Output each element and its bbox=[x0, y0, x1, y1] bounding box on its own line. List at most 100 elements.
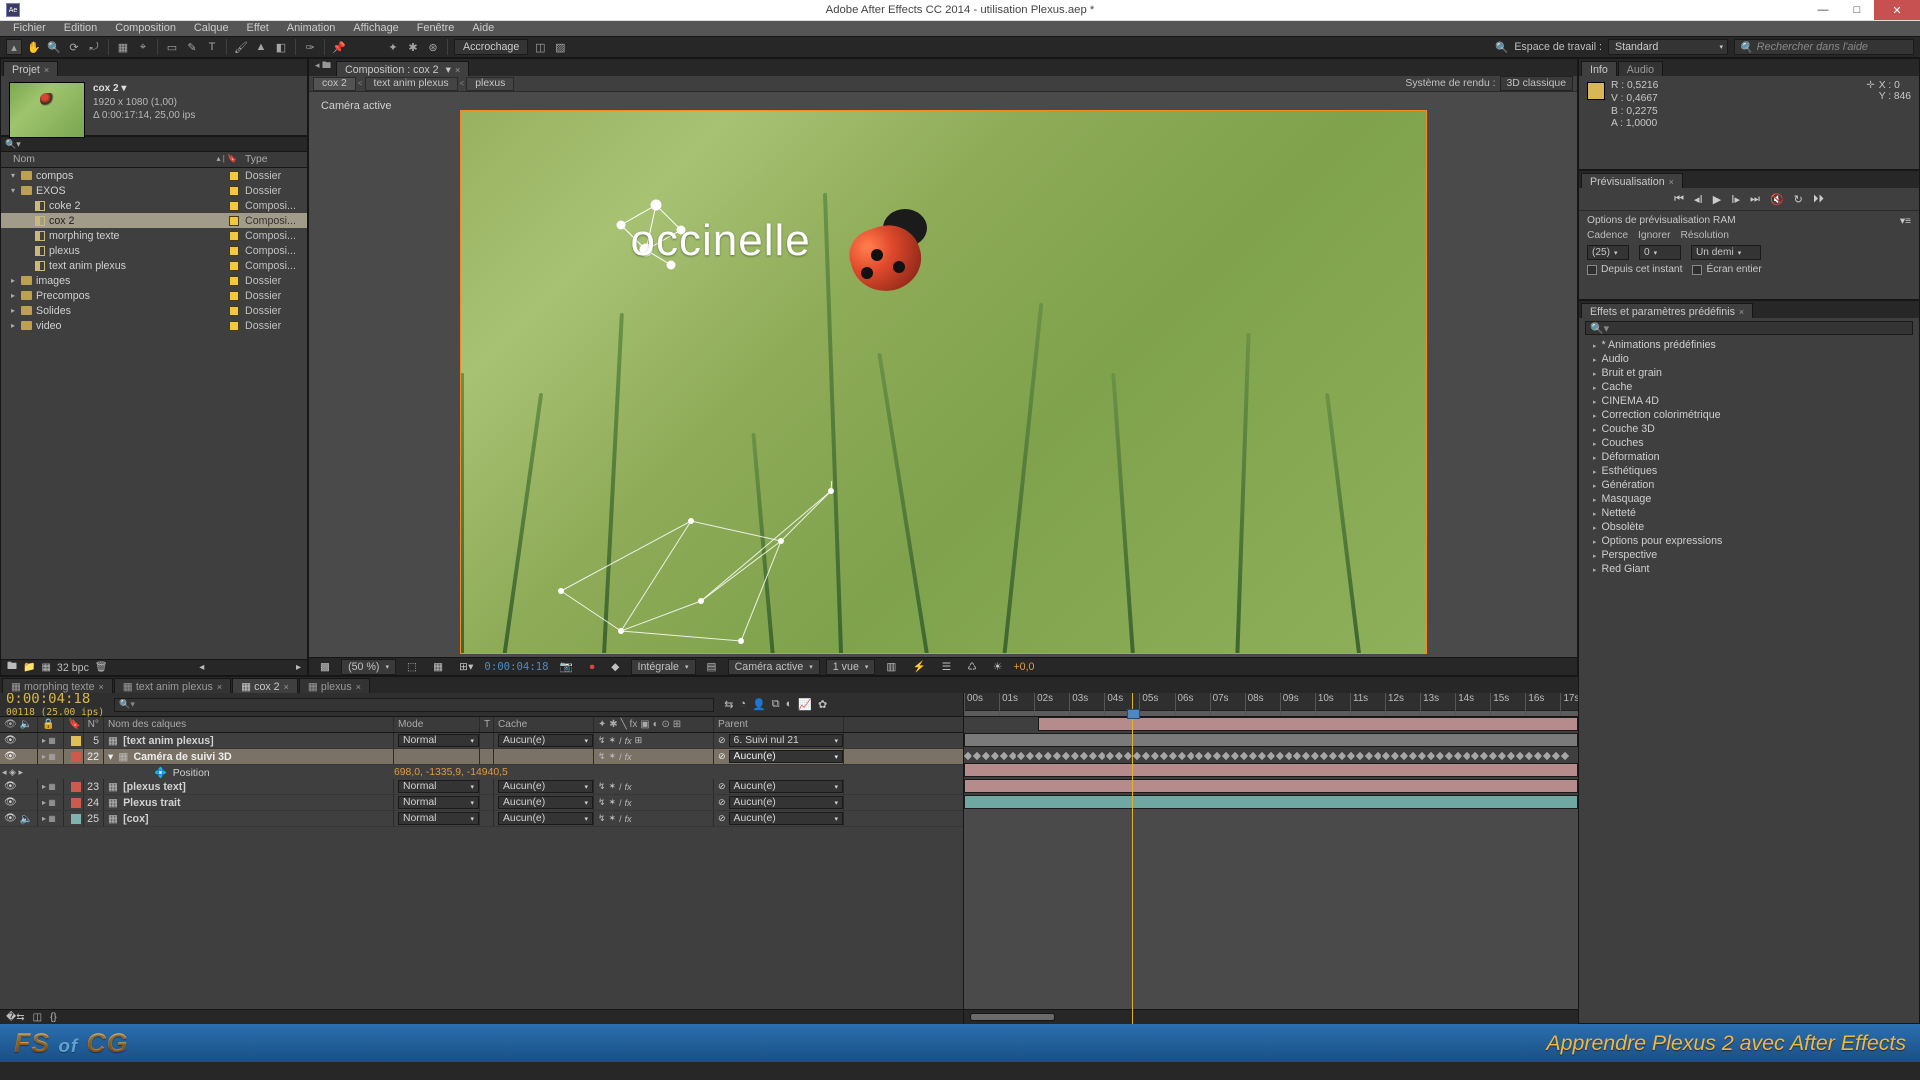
effects-category[interactable]: Couche 3D bbox=[1579, 422, 1919, 436]
timeline-layer[interactable]: 👁▸ ▦22▾ ▦ Caméra de suivi 3D↯✶/fx⊘Aucun(… bbox=[0, 749, 963, 765]
project-item[interactable]: ▸imagesDossier bbox=[1, 273, 307, 288]
play-btn[interactable]: ▶ bbox=[1713, 193, 1721, 206]
text-tool[interactable]: T bbox=[204, 39, 220, 55]
mute-btn[interactable]: 🔇 bbox=[1770, 193, 1784, 206]
tab-composition[interactable]: Composition : cox 2 ▾× bbox=[336, 61, 469, 76]
effects-category[interactable]: CINEMA 4D bbox=[1579, 394, 1919, 408]
effects-category[interactable]: Perspective bbox=[1579, 548, 1919, 562]
effects-category[interactable]: Red Giant bbox=[1579, 562, 1919, 576]
project-item[interactable]: ▸PrecomposDossier bbox=[1, 288, 307, 303]
viewer-timecode[interactable]: 0:00:04:18 bbox=[484, 660, 548, 673]
current-time-indicator[interactable] bbox=[1132, 693, 1133, 1024]
timeline-layer[interactable]: 👁▸ ▦23 ▦ [plexus text]Normal▾Aucun(e)▾↯✶… bbox=[0, 779, 963, 795]
project-tree[interactable]: ▾composDossier▾EXOSDossiercoke 2Composi.… bbox=[1, 168, 307, 659]
menu-affichage[interactable]: Affichage bbox=[344, 21, 407, 36]
menu-fenêtre[interactable]: Fenêtre bbox=[408, 21, 464, 36]
roto-tool[interactable]: ✑ bbox=[302, 39, 318, 55]
shy-icon[interactable]: 👤 bbox=[752, 698, 766, 711]
3d-view-icon[interactable]: ▤ bbox=[702, 658, 722, 675]
effects-category[interactable]: Esthétiques bbox=[1579, 464, 1919, 478]
exposure-reset-icon[interactable]: ☀ bbox=[988, 658, 1008, 675]
effects-category[interactable]: Obsolète bbox=[1579, 520, 1919, 534]
grid-options-icon[interactable]: ⊞▾ bbox=[454, 658, 478, 675]
graph-editor-icon[interactable]: 📈 bbox=[798, 698, 812, 711]
toggle-parent-icon[interactable]: {} bbox=[50, 1012, 57, 1023]
toggle-switches-icon[interactable]: �⇆ bbox=[6, 1012, 25, 1023]
motion-blur-icon[interactable]: ◐ bbox=[786, 698, 793, 711]
quality-select[interactable]: Intégrale▾ bbox=[631, 659, 696, 675]
color-mgmt-icon[interactable]: ◆ bbox=[606, 658, 624, 675]
menu-effet[interactable]: Effet bbox=[238, 21, 278, 36]
new-folder-icon[interactable]: 📁 bbox=[23, 662, 35, 673]
comp-mini-flow-icon[interactable]: ⇆ bbox=[724, 698, 733, 711]
brainstorm-icon[interactable]: ✿ bbox=[818, 698, 827, 711]
last-frame-btn[interactable]: ⏭ bbox=[1750, 193, 1760, 206]
project-item[interactable]: morphing texteComposi... bbox=[1, 228, 307, 243]
tab-effects[interactable]: Effets et paramètres prédéfinis× bbox=[1581, 303, 1753, 318]
timeline-layers[interactable]: 👁▸ ▦5 ▦ [text anim plexus]Normal▾Aucun(e… bbox=[0, 733, 963, 1009]
brush-tool[interactable]: 🖌 bbox=[233, 39, 249, 55]
viewer-alpha-icon[interactable]: ▩ bbox=[315, 658, 335, 675]
workspace-select[interactable]: Standard▾ bbox=[1608, 39, 1728, 55]
project-item[interactable]: cox 2Composi... bbox=[1, 213, 307, 228]
local-axis[interactable]: ✦ bbox=[385, 39, 401, 55]
effects-category[interactable]: Correction colorimétrique bbox=[1579, 408, 1919, 422]
time-ruler[interactable]: 00s01s02s03s04s05s06s07s08s09s10s11s12s1… bbox=[964, 693, 1578, 717]
effects-category[interactable]: Couches bbox=[1579, 436, 1919, 450]
anchor-tool[interactable]: ⌖ bbox=[135, 39, 151, 55]
timeline-layer[interactable]: 👁▸ ▦5 ▦ [text anim plexus]Normal▾Aucun(e… bbox=[0, 733, 963, 749]
project-item[interactable]: ▸videoDossier bbox=[1, 318, 307, 333]
menu-animation[interactable]: Animation bbox=[278, 21, 345, 36]
menu-edition[interactable]: Edition bbox=[55, 21, 106, 36]
tab-audio[interactable]: Audio bbox=[1618, 61, 1663, 76]
menu-composition[interactable]: Composition bbox=[106, 21, 185, 36]
breadcrumb-item[interactable]: cox 2 bbox=[313, 77, 356, 91]
effects-category[interactable]: Bruit et grain bbox=[1579, 366, 1919, 380]
delete-icon[interactable]: 🗑 bbox=[95, 662, 108, 673]
3d-view-select[interactable]: Caméra active▾ bbox=[728, 659, 820, 675]
resolution-icon[interactable]: ⬚ bbox=[402, 658, 422, 675]
rotate-tool[interactable]: ⤾ bbox=[86, 39, 102, 55]
snap-grid[interactable]: ▨ bbox=[552, 39, 568, 55]
timeline-tab[interactable]: ▦ plexus × bbox=[299, 678, 370, 693]
timeline-tab[interactable]: ▦ text anim plexus × bbox=[114, 678, 231, 693]
effects-tree[interactable]: * Animations prédéfiniesAudioBruit et gr… bbox=[1579, 338, 1919, 1023]
fast-preview-icon[interactable]: ⚡ bbox=[907, 658, 930, 675]
channel-icon[interactable]: ● bbox=[584, 659, 600, 675]
draft3d-icon[interactable]: ◔ bbox=[739, 698, 746, 711]
roi-icon[interactable]: ▦ bbox=[428, 658, 448, 675]
project-item[interactable]: plexusComposi... bbox=[1, 243, 307, 258]
breadcrumb-item[interactable]: text anim plexus bbox=[365, 77, 458, 91]
effects-category[interactable]: Masquage bbox=[1579, 492, 1919, 506]
magnification-select[interactable]: (50 %)▾ bbox=[341, 659, 396, 675]
fullscreen-checkbox[interactable]: Écran entier bbox=[1692, 264, 1761, 275]
timeline-timecode[interactable]: 0:00:04:18 bbox=[6, 693, 104, 707]
puppet-tool[interactable]: 📌 bbox=[331, 39, 347, 55]
effects-category[interactable]: Options pour expressions bbox=[1579, 534, 1919, 548]
zoom-tool[interactable]: 🔍 bbox=[46, 39, 62, 55]
property-row[interactable]: ◂ ◈ ▸💠 Position698,0, -1335,9, -14940,5 bbox=[0, 765, 963, 779]
tab-preview[interactable]: Prévisualisation× bbox=[1581, 173, 1683, 188]
timeline-tracks[interactable] bbox=[964, 717, 1578, 1009]
menu-fichier[interactable]: Fichier bbox=[4, 21, 55, 36]
project-item[interactable]: ▾composDossier bbox=[1, 168, 307, 183]
frame-blend-icon[interactable]: ⧉ bbox=[772, 698, 780, 711]
prev-frame-btn[interactable]: ◂Ⅰ bbox=[1694, 193, 1703, 206]
breadcrumb-item[interactable]: plexus bbox=[466, 77, 514, 91]
toggle-modes-icon[interactable]: ◫ bbox=[33, 1012, 42, 1023]
rect-tool[interactable]: ▭ bbox=[164, 39, 180, 55]
bpc-toggle[interactable]: 32 bpc bbox=[57, 662, 89, 674]
effects-category[interactable]: Génération bbox=[1579, 478, 1919, 492]
effects-category[interactable]: Netteté bbox=[1579, 506, 1919, 520]
window-maximize[interactable]: □ bbox=[1840, 0, 1874, 20]
effects-category[interactable]: Cache bbox=[1579, 380, 1919, 394]
window-close[interactable]: ✕ bbox=[1874, 0, 1920, 20]
from-current-checkbox[interactable]: Depuis cet instant bbox=[1587, 264, 1682, 275]
snapping-toggle[interactable]: Accrochage bbox=[454, 39, 528, 55]
timeline-search[interactable]: 🔍▾ bbox=[114, 698, 714, 712]
eraser-tool[interactable]: ◧ bbox=[273, 39, 289, 55]
timeline-columns-header[interactable]: 👁 🔈🔒🔖 N° Nom des calques Mode T Cache ✦ … bbox=[0, 717, 963, 733]
interpret-footage-icon[interactable]: 🖿 bbox=[7, 659, 17, 676]
project-item[interactable]: coke 2Composi... bbox=[1, 198, 307, 213]
exposure-value[interactable]: +0,0 bbox=[1013, 661, 1034, 673]
